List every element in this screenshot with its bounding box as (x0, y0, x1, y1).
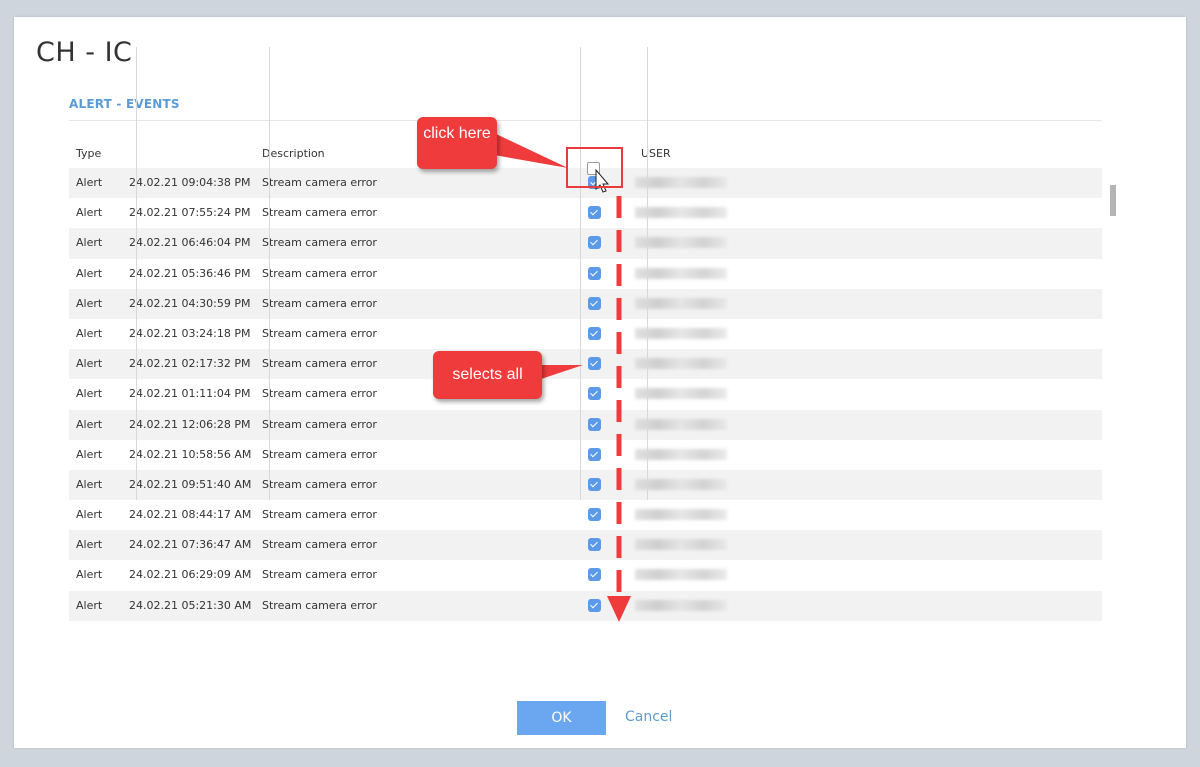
callout-select-text: selects all (452, 366, 523, 383)
callout-selects-all: selects all (433, 351, 542, 399)
callout-pointer-select (538, 365, 583, 380)
callout-click-here: click here (417, 117, 497, 169)
callout-click-text: click here (423, 125, 491, 142)
callout-pointer-click (494, 133, 568, 168)
arrow-head-icon (607, 596, 631, 622)
select-all-highlight (566, 147, 623, 188)
annotation-arrows (494, 133, 631, 622)
